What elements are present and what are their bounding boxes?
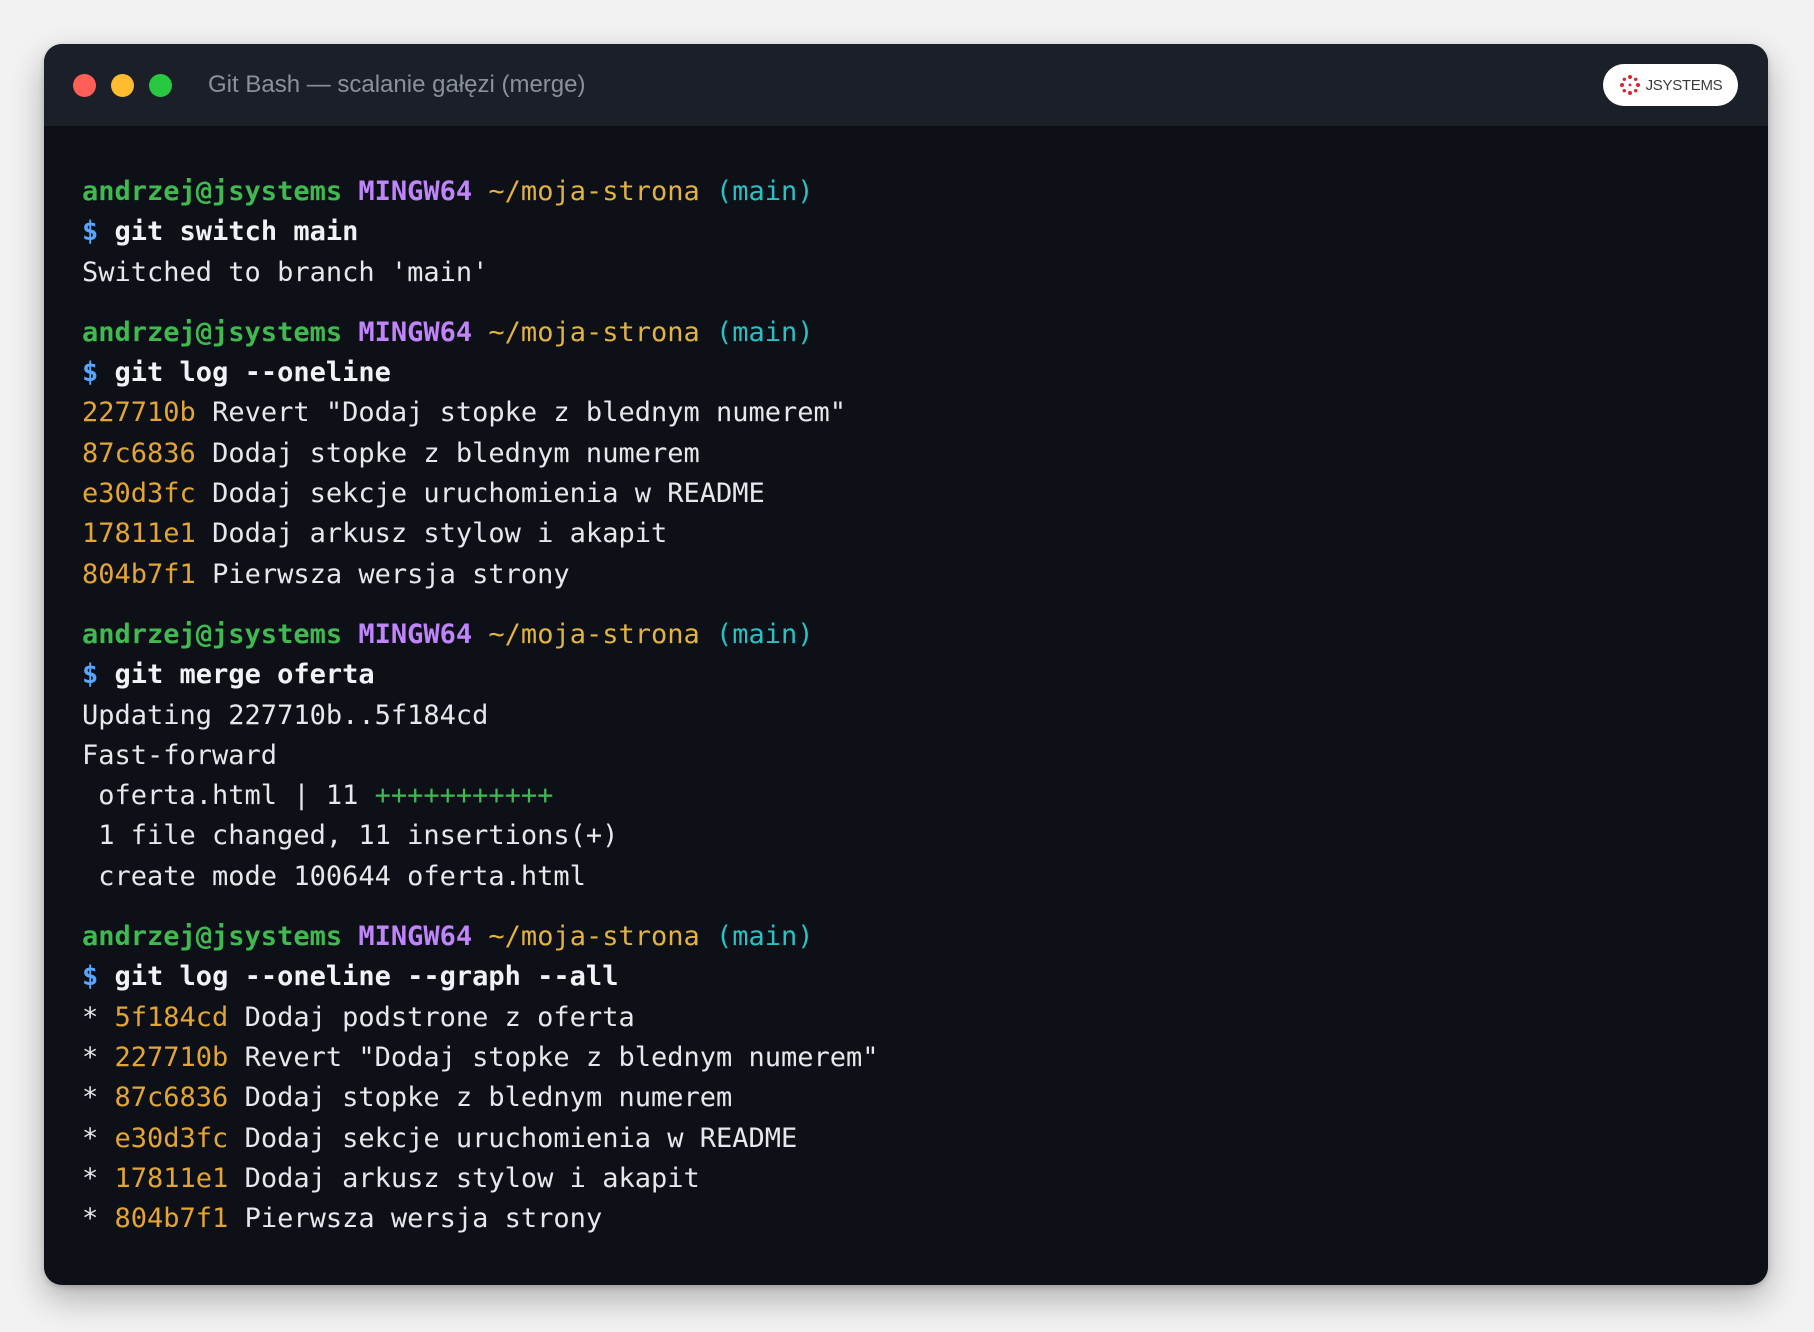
commit-message: Dodaj arkusz stylow i akapit bbox=[244, 1162, 700, 1194]
output-line: Fast-forward bbox=[82, 736, 1738, 776]
prompt-dollar: $ bbox=[82, 216, 99, 248]
commit-hash: 227710b bbox=[114, 1041, 229, 1073]
prompt-dollar: $ bbox=[82, 961, 99, 993]
terminal-output[interactable]: andrzej@jsystems MINGW64 ~/moja-strona (… bbox=[82, 172, 1738, 1239]
log-entry: 804b7f1 Pierwsza wersja strony bbox=[82, 555, 1738, 595]
diffstat-plus: +++++++++++ bbox=[374, 780, 554, 812]
logo-text: JSYSTEMS bbox=[1645, 76, 1723, 94]
summary-line: create mode 100644 oferta.html bbox=[82, 857, 1738, 897]
commit-hash: e30d3fc bbox=[114, 1122, 229, 1154]
maximize-button[interactable] bbox=[149, 74, 172, 97]
commit-message: Dodaj sekcje uruchomienia w README bbox=[212, 478, 765, 510]
commit-message: Revert "Dodaj stopke z blednym numerem" bbox=[244, 1041, 879, 1073]
prompt-line: andrzej@jsystems MINGW64 ~/moja-strona (… bbox=[82, 917, 1738, 957]
prompt-line: andrzej@jsystems MINGW64 ~/moja-strona (… bbox=[82, 313, 1738, 353]
prompt-system: MINGW64 bbox=[358, 618, 473, 650]
summary-text: create mode 100644 oferta.html bbox=[82, 860, 586, 892]
prompt-line: andrzej@jsystems MINGW64 ~/moja-strona (… bbox=[82, 615, 1738, 655]
log-entry: e30d3fc Dodaj sekcje uruchomienia w READ… bbox=[82, 474, 1738, 514]
log-entry: * 804b7f1 Pierwsza wersja strony bbox=[82, 1199, 1738, 1239]
log-entry: * 5f184cd Dodaj podstrone z oferta bbox=[82, 998, 1738, 1038]
prompt-user-host: andrzej@jsystems bbox=[82, 921, 343, 953]
commit-hash: 17811e1 bbox=[82, 518, 196, 550]
commit-message: Dodaj stopke z blednym numerem bbox=[212, 437, 700, 469]
command-line: $ git merge oferta bbox=[82, 655, 1738, 695]
diffstat-file: oferta.html | 11 bbox=[82, 780, 375, 812]
jsystems-logo: JSYSTEMS bbox=[1603, 64, 1738, 106]
log-entry: 17811e1 Dodaj arkusz stylow i akapit bbox=[82, 514, 1738, 554]
graph-marker: * bbox=[82, 1001, 115, 1033]
log-entry: * 227710b Revert "Dodaj stopke z blednym… bbox=[82, 1038, 1738, 1078]
log-entry: * 87c6836 Dodaj stopke z blednym numerem bbox=[82, 1078, 1738, 1118]
command-line: $ git log --oneline --graph --all bbox=[82, 957, 1738, 997]
prompt-user-host: andrzej@jsystems bbox=[82, 316, 343, 348]
commit-hash: 87c6836 bbox=[114, 1082, 229, 1114]
prompt-path: ~/moja-strona bbox=[488, 176, 700, 207]
jsystems-logo-icon bbox=[1619, 75, 1640, 95]
commit-message: Dodaj podstrone z oferta bbox=[244, 1001, 635, 1033]
commit-hash: 227710b bbox=[82, 397, 196, 429]
diffstat-line: oferta.html | 11 +++++++++++ bbox=[82, 776, 1738, 816]
prompt-path: ~/moja-strona bbox=[488, 618, 700, 650]
command-text: git log --oneline --graph --all bbox=[114, 961, 619, 993]
command-line: $ git switch main bbox=[82, 212, 1738, 252]
command-text: git switch main bbox=[114, 216, 359, 248]
prompt-dollar: $ bbox=[82, 357, 99, 389]
block-gap bbox=[82, 897, 1738, 917]
prompt-user-host: andrzej@jsystems bbox=[82, 618, 343, 650]
output-text: Updating 227710b..5f184cd bbox=[82, 699, 489, 731]
prompt-path: ~/moja-strona bbox=[488, 316, 700, 348]
log-entry: 87c6836 Dodaj stopke z blednym numerem bbox=[82, 434, 1738, 474]
graph-marker: * bbox=[82, 1041, 115, 1073]
commit-hash: e30d3fc bbox=[82, 478, 196, 510]
commit-hash: 87c6836 bbox=[82, 437, 196, 469]
prompt-line: andrzej@jsystems MINGW64 ~/moja-strona (… bbox=[82, 172, 1738, 212]
commit-message: Dodaj sekcje uruchomienia w README bbox=[244, 1122, 798, 1154]
command-text: git merge oferta bbox=[114, 659, 375, 691]
close-button[interactable] bbox=[73, 74, 96, 97]
prompt-path: ~/moja-strona bbox=[488, 921, 700, 953]
output-text: Switched to branch 'main' bbox=[82, 256, 489, 288]
block-gap bbox=[82, 293, 1738, 313]
prompt-system: MINGW64 bbox=[358, 316, 473, 348]
prompt-dollar: $ bbox=[82, 659, 99, 691]
command-text: git log --oneline bbox=[114, 357, 391, 389]
commit-hash: 5f184cd bbox=[114, 1001, 229, 1033]
prompt-branch: (main) bbox=[716, 176, 814, 207]
minimize-button[interactable] bbox=[111, 74, 134, 97]
summary-text: 1 file changed, 11 insertions(+) bbox=[82, 820, 619, 852]
commit-message: Pierwsza wersja strony bbox=[212, 558, 570, 590]
log-entry: 227710b Revert "Dodaj stopke z blednym n… bbox=[82, 393, 1738, 433]
commit-hash: 17811e1 bbox=[114, 1162, 229, 1194]
terminal-window: Git Bash — scalanie gałęzi (merge) JSYST… bbox=[44, 44, 1768, 1285]
commit-hash: 804b7f1 bbox=[114, 1203, 229, 1235]
window-title: Git Bash — scalanie gałęzi (merge) bbox=[208, 71, 586, 98]
graph-marker: * bbox=[82, 1203, 115, 1235]
commit-message: Revert "Dodaj stopke z blednym numerem" bbox=[212, 397, 847, 429]
output-text: Fast-forward bbox=[82, 739, 278, 771]
title-bar[interactable]: Git Bash — scalanie gałęzi (merge) JSYST… bbox=[44, 44, 1768, 126]
graph-marker: * bbox=[82, 1122, 115, 1154]
prompt-system: MINGW64 bbox=[358, 921, 473, 953]
prompt-branch: (main) bbox=[716, 921, 814, 953]
block-gap bbox=[82, 595, 1738, 615]
commit-hash: 804b7f1 bbox=[82, 558, 196, 590]
output-line: Switched to branch 'main' bbox=[82, 253, 1738, 293]
summary-line: 1 file changed, 11 insertions(+) bbox=[82, 816, 1738, 856]
command-line: $ git log --oneline bbox=[82, 353, 1738, 393]
commit-message: Pierwsza wersja strony bbox=[244, 1203, 603, 1235]
commit-message: Dodaj stopke z blednym numerem bbox=[244, 1082, 733, 1114]
prompt-branch: (main) bbox=[716, 618, 814, 650]
prompt-user-host: andrzej@jsystems bbox=[82, 176, 343, 207]
prompt-branch: (main) bbox=[716, 316, 814, 348]
log-entry: * e30d3fc Dodaj sekcje uruchomienia w RE… bbox=[82, 1119, 1738, 1159]
graph-marker: * bbox=[82, 1082, 115, 1114]
prompt-system: MINGW64 bbox=[358, 176, 473, 207]
graph-marker: * bbox=[82, 1162, 115, 1194]
output-line: Updating 227710b..5f184cd bbox=[82, 696, 1738, 736]
commit-message: Dodaj arkusz stylow i akapit bbox=[212, 518, 668, 550]
log-entry: * 17811e1 Dodaj arkusz stylow i akapit bbox=[82, 1159, 1738, 1199]
